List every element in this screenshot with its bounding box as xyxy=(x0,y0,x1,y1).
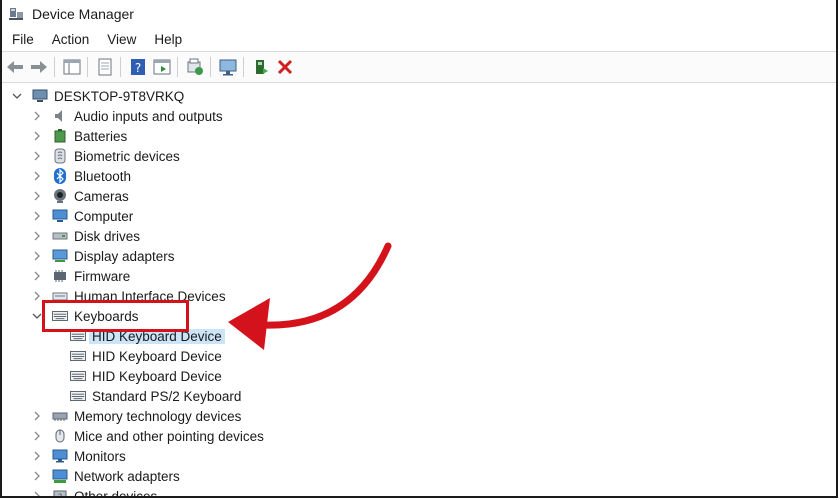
device-manager-window: Device Manager File Action View Help ? D… xyxy=(0,0,838,498)
annotation-arrow-icon xyxy=(228,242,392,350)
